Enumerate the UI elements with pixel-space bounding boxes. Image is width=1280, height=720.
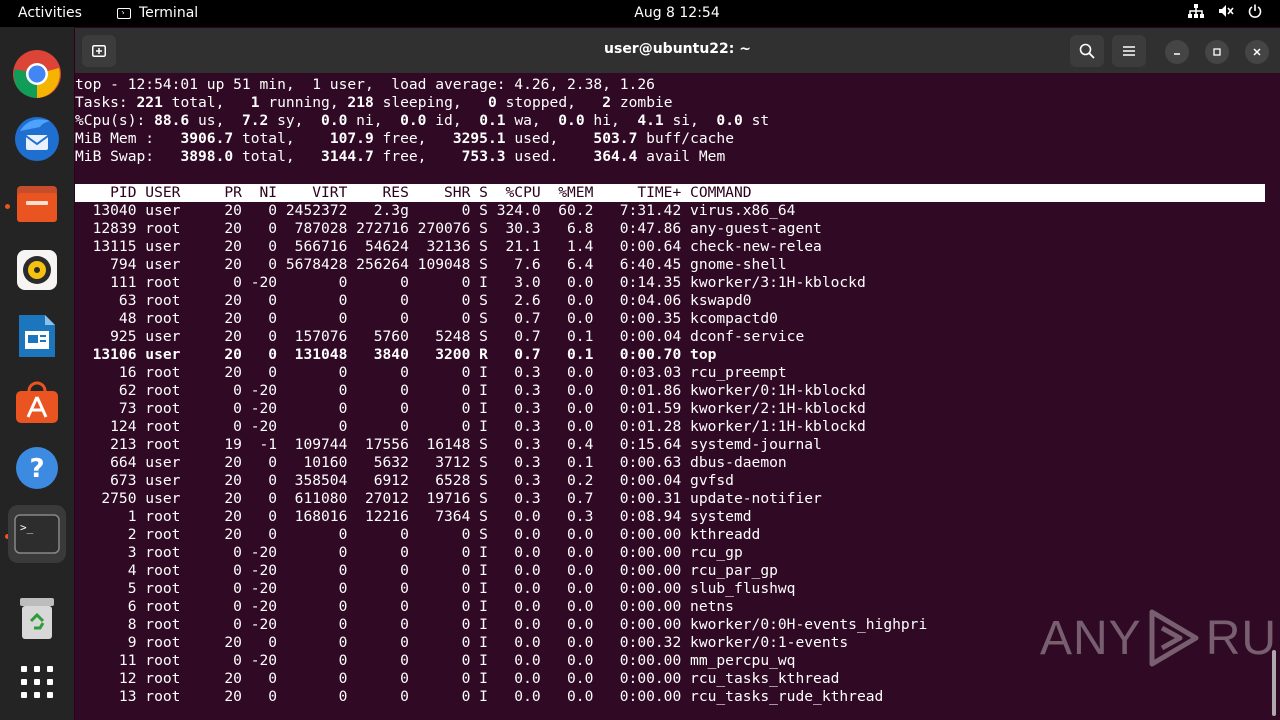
search-button[interactable] (1070, 35, 1104, 67)
process-row: 111 root 0 -20 0 0 0 I 3.0 0.0 0:14.35 k… (75, 274, 866, 291)
files-icon (17, 186, 57, 222)
help-icon: ? (16, 447, 58, 489)
close-icon (1253, 48, 1261, 56)
svg-text:?: ? (29, 454, 44, 484)
process-row: 12839 root 20 0 787028 272716 270076 S 3… (75, 220, 822, 237)
dock-thunderbird[interactable] (8, 109, 66, 167)
menu-button[interactable] (1112, 35, 1146, 67)
minimize-button[interactable] (1165, 40, 1189, 64)
svg-text:>_: >_ (20, 521, 34, 534)
dock-trash[interactable] (8, 589, 66, 647)
dock-files[interactable] (8, 175, 66, 233)
process-row: 63 root 20 0 0 0 0 S 2.6 0.0 0:04.06 ksw… (75, 292, 752, 309)
search-icon (1079, 43, 1095, 59)
power-icon (1248, 4, 1262, 18)
process-row: 13106 user 20 0 131048 3840 3200 R 0.7 0… (75, 346, 717, 363)
process-row: 73 root 0 -20 0 0 0 I 0.3 0.0 0:01.59 kw… (75, 400, 866, 417)
network-icon (1188, 4, 1204, 18)
dock-help[interactable]: ? (8, 439, 66, 497)
writer-icon (19, 315, 55, 357)
dock-ubuntu-software[interactable] (8, 373, 66, 431)
process-row: 664 user 20 0 10160 5632 3712 S 0.3 0.1 … (75, 454, 787, 471)
process-row: 5 root 0 -20 0 0 0 I 0.0 0.0 0:00.00 slu… (75, 580, 796, 597)
tasks-line: Tasks: 221 total, 1 running, 218 sleepin… (75, 94, 673, 111)
maximize-icon (1213, 48, 1221, 56)
process-row: 4 root 0 -20 0 0 0 I 0.0 0.0 0:00.00 rcu… (75, 562, 778, 579)
system-menu[interactable] (1188, 4, 1262, 18)
process-row: 213 root 19 -1 109744 17556 16148 S 0.3 … (75, 436, 822, 453)
trash-icon (20, 598, 54, 639)
window-headerbar[interactable]: user@ubuntu22: ~ (75, 28, 1280, 73)
process-row: 13040 user 20 0 2452372 2.3g 0 S 324.0 6… (75, 202, 796, 219)
process-row: 16 root 20 0 0 0 0 I 0.3 0.0 0:03.03 rcu… (75, 364, 787, 381)
dock-libreoffice-writer[interactable] (8, 307, 66, 365)
show-applications-button[interactable] (8, 653, 66, 711)
thunderbird-icon (15, 117, 59, 161)
process-row: 925 user 20 0 157076 5760 5248 S 0.7 0.1… (75, 328, 805, 345)
watermark-left: ANY (1040, 611, 1142, 665)
mem-line: MiB Mem : 3906.7 total, 107.9 free, 3295… (75, 130, 735, 147)
dock-terminal[interactable]: >_ (8, 505, 66, 563)
app-grid-icon (21, 666, 53, 698)
process-row: 124 root 0 -20 0 0 0 I 0.3 0.0 0:01.28 k… (75, 418, 866, 435)
hamburger-icon (1123, 46, 1135, 56)
process-row: 48 root 20 0 0 0 0 S 0.7 0.0 0:00.35 kco… (75, 310, 778, 327)
clock[interactable]: Aug 8 12:54 (0, 5, 1280, 21)
dock-rhythmbox[interactable] (8, 241, 66, 299)
process-row: 3 root 0 -20 0 0 0 I 0.0 0.0 0:00.00 rcu… (75, 544, 743, 561)
process-table-header: PID USER PR NI VIRT RES SHR S %CPU %MEM … (75, 184, 1265, 202)
process-row: 673 user 20 0 358504 6912 6528 S 0.3 0.2… (75, 472, 734, 489)
process-row: 13 root 20 0 0 0 0 I 0.0 0.0 0:00.00 rcu… (75, 688, 884, 705)
rhythmbox-icon (17, 250, 57, 290)
process-row: 2750 user 20 0 611080 27012 19716 S 0.3 … (75, 490, 822, 507)
top-bar: Activities Terminal Aug 8 12:54 (0, 0, 1280, 27)
process-row: 794 user 20 0 5678428 256264 109048 S 7.… (75, 256, 787, 273)
minimize-icon (1174, 53, 1180, 55)
anyrun-watermark: ANY RUN (1040, 608, 1280, 668)
software-store-icon (16, 381, 58, 423)
process-row: 13115 user 20 0 566716 54624 32136 S 21.… (75, 238, 822, 255)
process-row: 2 root 20 0 0 0 0 S 0.0 0.0 0:00.00 kthr… (75, 526, 761, 543)
maximize-button[interactable] (1205, 40, 1229, 64)
swap-line: MiB Swap: 3898.0 total, 3144.7 free, 753… (75, 148, 726, 165)
volume-icon (1218, 4, 1234, 18)
watermark-right: RUN (1205, 611, 1280, 665)
dock-chrome[interactable] (8, 45, 66, 103)
uptime-line: top - 12:54:01 up 51 min, 1 user, load a… (75, 76, 655, 93)
play-logo-icon (1149, 609, 1199, 667)
close-button[interactable] (1245, 40, 1269, 64)
process-row: 62 root 0 -20 0 0 0 I 0.3 0.0 0:01.86 kw… (75, 382, 866, 399)
process-row: 12 root 20 0 0 0 0 I 0.0 0.0 0:00.00 rcu… (75, 670, 840, 687)
terminal-icon: >_ (14, 514, 60, 554)
process-row: 1 root 20 0 168016 12216 7364 S 0.0 0.3 … (75, 508, 752, 525)
dock: ? >_ (0, 27, 74, 720)
chrome-icon (13, 50, 61, 98)
cpu-line: %Cpu(s): 88.6 us, 7.2 sy, 0.0 ni, 0.0 id… (75, 112, 770, 129)
